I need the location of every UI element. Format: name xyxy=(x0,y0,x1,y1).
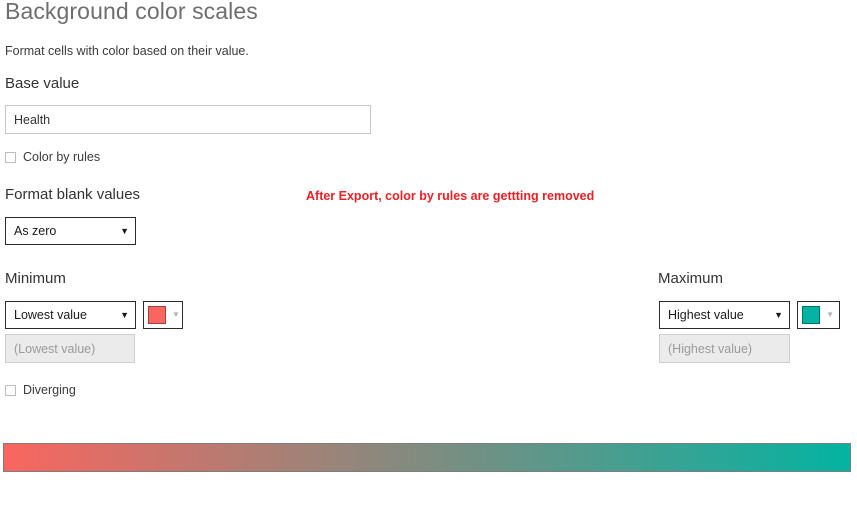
minimum-label: Minimum xyxy=(5,270,66,287)
color-swatch[interactable] xyxy=(148,306,166,324)
maximum-value-input[interactable] xyxy=(659,334,790,363)
chevron-down-icon: ▼ xyxy=(774,309,783,320)
maximum-type-select[interactable]: Highest value ▼ xyxy=(659,301,790,329)
page-description: Format cells with color based on their v… xyxy=(5,44,249,58)
base-value-input[interactable] xyxy=(5,105,371,134)
minimum-value-input[interactable] xyxy=(5,334,135,363)
minimum-type-selected: Lowest value xyxy=(14,308,87,322)
format-blank-values-select[interactable]: As zero ▼ xyxy=(5,217,136,245)
gradient-preview-bar xyxy=(3,443,851,472)
annotation-text: After Export, color by rules are getttin… xyxy=(306,189,595,203)
chevron-down-icon[interactable]: ▼ xyxy=(172,311,181,319)
checkbox-icon[interactable] xyxy=(5,151,16,163)
diverging-label: Diverging xyxy=(23,383,76,397)
format-blank-values-selected: As zero xyxy=(14,224,57,238)
chevron-down-icon: ▼ xyxy=(120,309,129,320)
maximum-label: Maximum xyxy=(658,270,724,287)
page-title: Background color scales xyxy=(5,0,258,24)
color-by-rules-label: Color by rules xyxy=(23,150,101,164)
format-blank-values-label: Format blank values xyxy=(5,186,141,203)
base-value-label: Base value xyxy=(5,75,80,92)
minimum-color-picker[interactable]: ▼ xyxy=(143,301,183,329)
chevron-down-icon[interactable]: ▼ xyxy=(826,311,835,319)
chevron-down-icon: ▼ xyxy=(120,225,129,236)
checkbox-icon[interactable] xyxy=(5,384,16,396)
color-swatch[interactable] xyxy=(802,306,820,324)
maximum-type-selected: Highest value xyxy=(668,308,744,322)
diverging-checkbox-row[interactable]: Diverging xyxy=(5,383,76,397)
maximum-color-picker[interactable]: ▼ xyxy=(797,301,840,329)
minimum-type-select[interactable]: Lowest value ▼ xyxy=(5,301,136,329)
color-by-rules-checkbox-row[interactable]: Color by rules xyxy=(5,150,100,164)
